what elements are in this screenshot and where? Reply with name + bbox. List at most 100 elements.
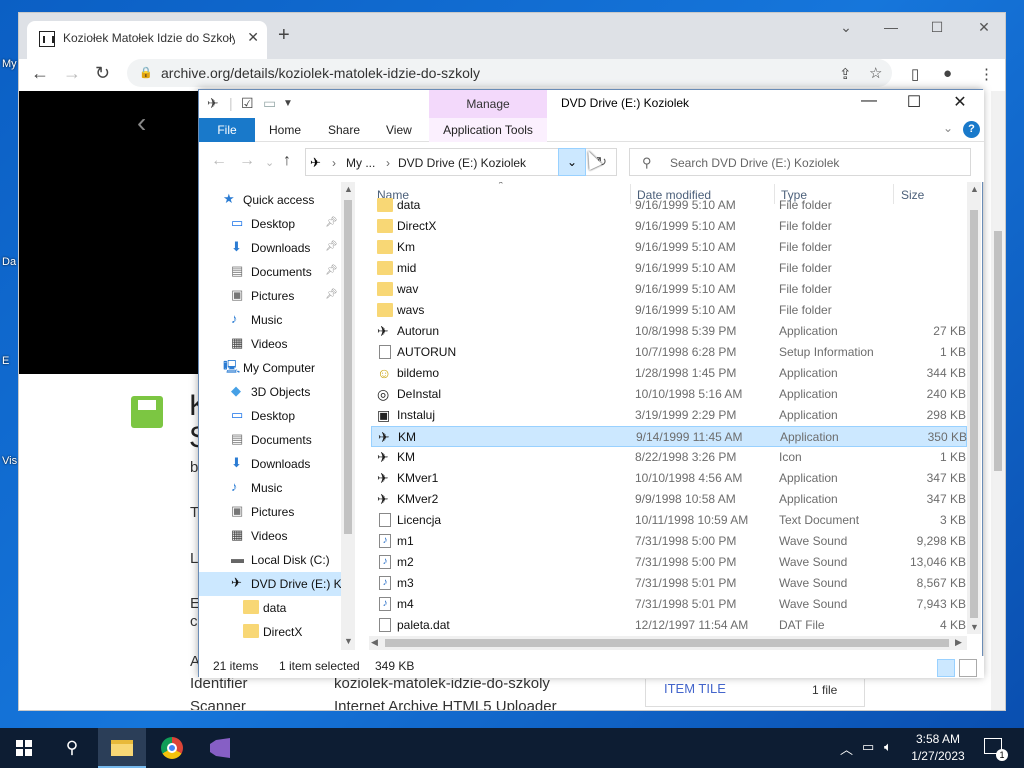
search-button[interactable]: ⚲ — [48, 728, 96, 768]
url-text[interactable]: archive.org/details/koziolek-matolek-idz… — [161, 65, 480, 81]
up-icon[interactable]: ↑ — [283, 152, 291, 170]
file-row[interactable]: ♪ m4 7/31/1998 5:01 PM Wave Sound 7,943 KB — [371, 594, 967, 615]
notifications-icon[interactable]: 1 — [984, 738, 1008, 761]
recent-locations-icon[interactable]: ⌄ — [265, 156, 274, 169]
new-tab-button[interactable]: + — [278, 24, 290, 47]
help-icon[interactable]: ? — [963, 121, 980, 138]
file-row[interactable]: ♪ m3 7/31/1998 5:01 PM Wave Sound 8,567 KB — [371, 573, 967, 594]
pin-icon[interactable]: 📌︎ — [325, 265, 338, 276]
pin-icon[interactable]: 📌︎ — [325, 217, 338, 228]
taskbar-file-explorer[interactable] — [98, 728, 146, 768]
video-player[interactable]: ‹ — [19, 91, 209, 374]
tab-application-tools[interactable]: Application Tools — [429, 118, 547, 142]
side-panel-icon[interactable]: ▯ — [911, 65, 919, 83]
minimize-button[interactable]: — — [849, 92, 889, 110]
taskbar-chrome[interactable] — [148, 728, 196, 768]
file-row[interactable]: ✈ Autorun 10/8/1998 5:39 PM Application 27 K… — [371, 321, 967, 342]
file-row[interactable]: mid 9/16/1999 5:10 AM File folder — [371, 258, 967, 279]
address-bar[interactable]: ✈ › My ... › DVD Drive (E:) Koziolek ⌄ ↻ — [305, 148, 617, 176]
nav-item[interactable]: ⬇ Downloads 📌︎ — [199, 236, 339, 260]
reload-icon[interactable]: ↻ — [95, 63, 110, 84]
nav-item[interactable]: ▬ Local Disk (C:) — [199, 548, 339, 572]
nav-item[interactable]: ▤ Documents 📌︎ — [199, 260, 339, 284]
bookmark-star-icon[interactable]: ☆ — [869, 64, 882, 82]
file-row[interactable]: ✈ KM 9/14/1999 11:45 AM Application 350 KB — [371, 426, 967, 447]
nav-item[interactable]: ⬇ Downloads — [199, 452, 339, 476]
close-button[interactable]: ✕ — [940, 92, 980, 112]
manage-contextual-header[interactable]: Manage — [429, 90, 547, 118]
scroll-down-icon[interactable]: ▼ — [970, 622, 979, 632]
scroll-left-icon[interactable]: ◀ — [371, 637, 378, 648]
file-row[interactable]: ✈ KMver1 10/10/1998 4:56 AM Application 347 … — [371, 468, 967, 489]
nav-item[interactable]: ♪ Music — [199, 476, 339, 500]
nav-item[interactable]: ▣ Pictures — [199, 500, 339, 524]
file-row[interactable]: paleta.dat 12/12/1997 11:54 AM DAT File 4 K… — [371, 615, 967, 636]
customize-qat-icon[interactable]: ▼ — [283, 98, 293, 109]
show-hidden-icons-icon[interactable]: ︿ — [840, 739, 853, 758]
tab-file[interactable]: File — [199, 118, 255, 142]
tab-search-icon[interactable]: ⌄ — [831, 19, 861, 36]
profile-avatar-icon[interactable]: ● — [943, 65, 952, 82]
properties-icon[interactable]: ☑ — [241, 95, 254, 112]
breadcrumb-my-computer[interactable]: My ... — [346, 156, 375, 170]
tab-view[interactable]: View — [386, 123, 412, 137]
expand-ribbon-icon[interactable]: ⌄ — [943, 121, 953, 135]
back-icon[interactable]: ← — [31, 63, 49, 84]
search-box[interactable]: ⚲ Search DVD Drive (E:) Koziolek — [629, 148, 971, 176]
nav-item[interactable]: ▭ Desktop 📌︎ — [199, 212, 339, 236]
file-row[interactable]: Km 9/16/1999 5:10 AM File folder — [371, 237, 967, 258]
close-button[interactable]: ✕ — [969, 19, 999, 36]
lock-icon[interactable]: 🔒 — [139, 66, 153, 79]
nav-item[interactable]: ▤ Documents — [199, 428, 339, 452]
back-icon[interactable]: ← — [211, 152, 227, 170]
desktop-label[interactable]: My — [2, 58, 17, 70]
scrollbar-thumb[interactable] — [385, 639, 949, 647]
menu-kebab-icon[interactable]: ⋮ — [979, 65, 994, 83]
scroll-up-icon[interactable]: ▲ — [344, 184, 353, 194]
scroll-right-icon[interactable]: ▶ — [955, 637, 962, 648]
nav-item[interactable]: 🖳 My Computer — [199, 356, 339, 380]
clock[interactable]: 3:58 AM 1/27/2023 — [900, 731, 976, 765]
item-tile-link[interactable]: ITEM TILE — [664, 681, 726, 696]
details-view-button[interactable] — [937, 659, 955, 677]
nav-item[interactable]: ▣ Pictures 📌︎ — [199, 284, 339, 308]
nav-item[interactable]: data — [199, 596, 339, 620]
address-bar[interactable]: 🔒 archive.org/details/koziolek-matolek-i… — [127, 59, 892, 87]
minimize-button[interactable]: — — [876, 19, 906, 35]
desktop-label[interactable]: E — [2, 355, 9, 367]
previous-arrow-icon[interactable]: ‹ — [137, 107, 146, 139]
file-row[interactable]: ▣ Instaluj 3/19/1999 2:29 PM Application 298… — [371, 405, 967, 426]
file-row[interactable]: wav 9/16/1999 5:10 AM File folder — [371, 279, 967, 300]
network-icon[interactable]: ▭ — [862, 739, 874, 755]
large-icons-view-button[interactable] — [959, 659, 977, 677]
desktop-label[interactable]: Vis — [2, 455, 17, 467]
tab-home[interactable]: Home — [269, 123, 301, 137]
file-row[interactable]: wavs 9/16/1999 5:10 AM File folder — [371, 300, 967, 321]
nav-item[interactable]: ♪ Music — [199, 308, 339, 332]
nav-item[interactable]: DirectX — [199, 620, 339, 644]
horizontal-scrollbar[interactable]: ◀ ▶ — [369, 636, 967, 650]
nav-item[interactable]: ▦ Videos — [199, 524, 339, 548]
file-row[interactable]: ◎ DeInstal 10/10/1998 5:16 AM Application 24… — [371, 384, 967, 405]
scroll-up-icon[interactable]: ▲ — [970, 184, 979, 194]
desktop-label[interactable]: Da — [2, 256, 16, 268]
pin-icon[interactable]: 📌︎ — [325, 241, 338, 252]
new-folder-icon[interactable]: ▭ — [263, 95, 276, 112]
file-row[interactable]: AUTORUN 10/7/1998 6:28 PM Setup Informatio… — [371, 342, 967, 363]
file-row[interactable]: DirectX 9/16/1999 5:10 AM File folder — [371, 216, 967, 237]
start-button[interactable] — [0, 728, 48, 768]
close-tab-icon[interactable]: ✕ — [247, 29, 259, 46]
file-row[interactable]: data 9/16/1999 5:10 AM File folder — [371, 195, 967, 216]
maximize-button[interactable]: ☐ — [894, 92, 934, 112]
scrollbar-thumb[interactable] — [344, 200, 352, 534]
scrollbar-thumb[interactable] — [970, 210, 978, 618]
file-row[interactable]: ♪ m2 7/31/1998 5:00 PM Wave Sound 13,046 KB — [371, 552, 967, 573]
file-row[interactable]: ☺ bildemo 1/28/1998 1:45 PM Application 344 … — [371, 363, 967, 384]
forward-icon[interactable]: → — [239, 152, 255, 170]
file-row[interactable]: ✈ KMver2 9/9/1998 10:58 AM Application 347 K… — [371, 489, 967, 510]
nav-item[interactable]: ★ Quick access — [199, 188, 339, 212]
nav-item[interactable]: ▦ Videos — [199, 332, 339, 356]
scrollbar-thumb[interactable] — [994, 231, 1002, 471]
nav-item[interactable]: ✈ DVD Drive (E:) Ko — [199, 572, 348, 596]
file-row[interactable]: ✈ KM 8/22/1998 3:26 PM Icon 1 KB — [371, 447, 967, 468]
